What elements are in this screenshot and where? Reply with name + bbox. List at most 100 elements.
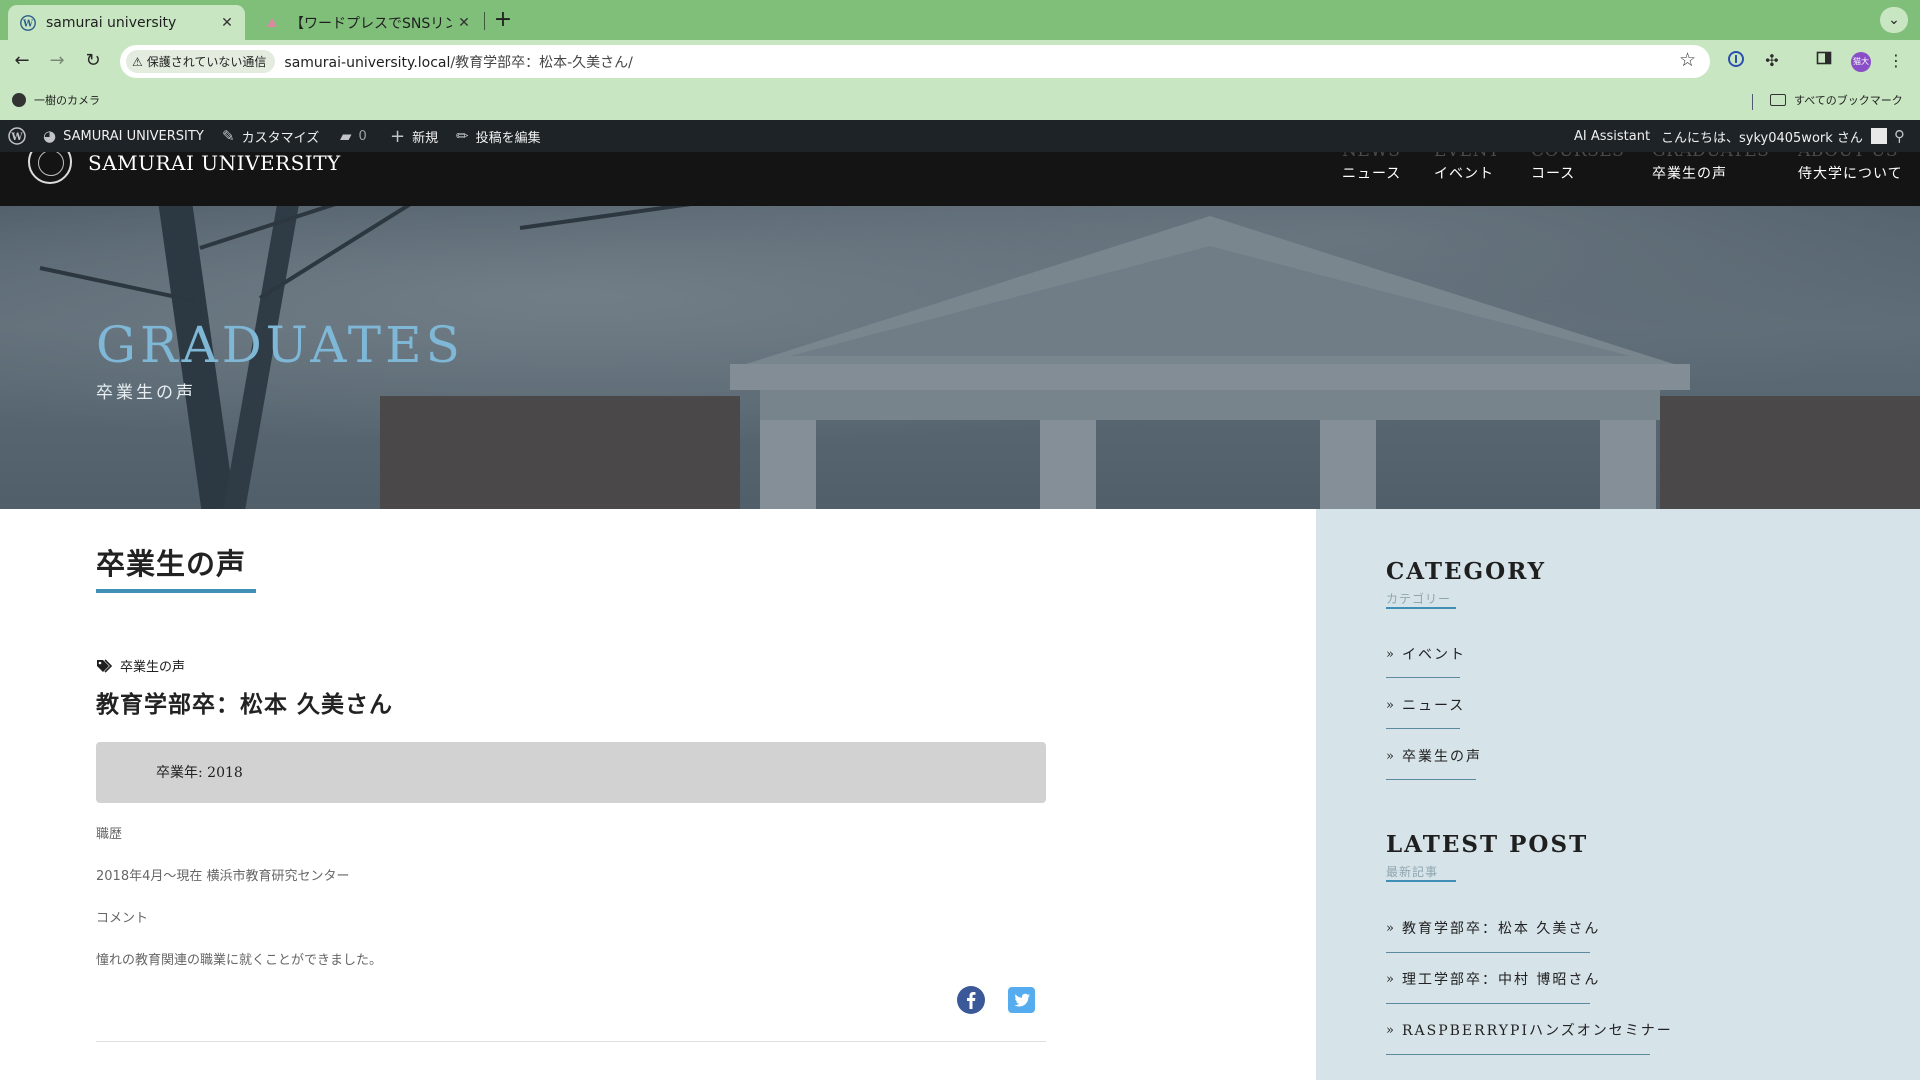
sidebar-category-label: 卒業生の声 [1401, 749, 1482, 765]
all-bookmarks-button[interactable]: すべてのブックマーク [1770, 92, 1903, 108]
double-chevron-right-icon: » [1386, 697, 1396, 713]
greeting-label: こんにちは、syky0405work さん [1661, 130, 1863, 146]
career-label: 職歴 [96, 827, 123, 842]
svg-text:W: W [10, 132, 23, 143]
double-chevron-right-icon: » [1386, 646, 1396, 662]
edit-post-label: 投稿を編集 [475, 130, 541, 146]
tags-icon [97, 658, 113, 673]
sidebar-category-label: イベント [1401, 647, 1466, 663]
double-chevron-right-icon: » [1386, 920, 1396, 936]
bookmark-item[interactable]: 一樹のカメラ [12, 92, 100, 108]
search-icon: ⚲ [1894, 127, 1905, 145]
new-label: 新規 [412, 130, 439, 146]
page-title: 卒業生の声 [96, 547, 247, 581]
nav-about-ja: 侍大学について [1798, 166, 1903, 182]
comments-link[interactable]: ▰ 0 [340, 120, 367, 152]
ai-assistant-link[interactable]: AI Assistant [1574, 120, 1650, 152]
key-circle-icon [1728, 51, 1744, 67]
sidebar-link-underline [1386, 1054, 1650, 1055]
wp-logo-menu[interactable]: W [8, 120, 26, 152]
graduation-year-box: 卒業年: 2018 [96, 742, 1046, 803]
latest-post-label: RASPBERRYPIハンズオンセミナー [1401, 1023, 1673, 1039]
admin-search[interactable]: ⚲ [1894, 120, 1912, 152]
double-chevron-right-icon: » [1386, 748, 1396, 764]
comment-label: コメント [96, 911, 149, 926]
latest-post-label: 教育学部卒：松本 久美さん [1401, 921, 1601, 937]
extensions-puzzle-icon[interactable]: ✣ [1761, 50, 1783, 72]
password-manager-icon[interactable] [1725, 50, 1747, 72]
tab-sns-article[interactable]: 【ワードプレスでSNSリンクア… ✕ [252, 5, 482, 40]
profile-avatar[interactable]: 猫大 [1851, 52, 1871, 72]
nav-news[interactable]: NEWS ニュース [1342, 152, 1401, 184]
sidebar-category-event[interactable]: » イベント [1386, 644, 1466, 664]
side-panel-icon[interactable] [1813, 50, 1835, 72]
nav-courses-en: COURSES [1531, 152, 1624, 162]
twitter-icon[interactable] [1007, 985, 1037, 1015]
latest-post-label: 理工学部卒：中村 博昭さん [1401, 972, 1601, 988]
nav-graduates[interactable]: GRADUATES 卒業生の声 [1652, 152, 1769, 184]
url-host: samurai-university.local [284, 54, 451, 71]
sidebar-latest-post[interactable]: » RASPBERRYPIハンズオンセミナー [1386, 1020, 1673, 1040]
graduation-year: 卒業年: 2018 [156, 765, 243, 781]
ai-assistant-label: AI Assistant [1574, 128, 1651, 144]
tab-close-icon[interactable]: ✕ [452, 15, 476, 31]
tab-close-icon[interactable]: ✕ [215, 15, 239, 31]
post-title[interactable]: 教育学部卒：松本 久美さん [96, 689, 393, 721]
customize-label: カスタマイズ [241, 130, 320, 146]
tab-title: 【ワードプレスでSNSリンクア… [290, 15, 452, 32]
sidebar-latest-post[interactable]: » 理工学部卒：中村 博昭さん [1386, 969, 1600, 989]
arrow-right-icon[interactable]: → [44, 48, 70, 74]
address-bar[interactable]: ⚠ 保護されていない通信 samurai-university.local/教育… [120, 45, 1710, 78]
hero-title: GRADUATES [96, 316, 464, 374]
sidebar-category-label: ニュース [1401, 698, 1466, 714]
post-category-link[interactable]: 卒業生の声 [96, 656, 185, 675]
hero-subtitle: 卒業生の声 [96, 383, 196, 403]
admin-site-name-label: SAMURAI UNIVERSITY [63, 128, 204, 144]
site-title[interactable]: SAMURAI UNIVERSITY [88, 152, 341, 174]
bookmarks-divider [1752, 94, 1753, 110]
comment-bubble-icon: ▰ [340, 127, 352, 145]
sidebar-link-underline [1386, 677, 1460, 678]
comment-text: 憧れの教育関連の職業に就くことができました。 [96, 953, 383, 968]
latest-post-subheading: 最新記事 [1386, 865, 1439, 879]
sidebar-category-graduates[interactable]: » 卒業生の声 [1386, 746, 1482, 766]
sidebar-category-news[interactable]: » ニュース [1386, 695, 1465, 715]
arrow-left-icon[interactable]: ← [9, 48, 35, 74]
nav-news-ja: ニュース [1342, 166, 1402, 182]
category-heading-underline [1386, 607, 1456, 609]
browser-toolbar: ← → ↻ ⚠ 保護されていない通信 samurai-university.lo… [0, 40, 1920, 82]
tab-samurai-university[interactable]: W samurai university ✕ [8, 5, 245, 40]
more-menu-icon[interactable]: ⋮ [1885, 50, 1907, 72]
content-divider [96, 1041, 1046, 1042]
sidebar-latest-post[interactable]: » 教育学部卒：松本 久美さん [1386, 918, 1600, 938]
sidebar-link-underline [1386, 952, 1590, 953]
my-account-menu[interactable]: こんにちは、syky0405work さん [1661, 120, 1887, 152]
tab-title: samurai university [46, 14, 177, 31]
admin-site-name[interactable]: ◕ SAMURAI UNIVERSITY [43, 120, 204, 152]
nav-event-ja: イベント [1434, 166, 1494, 182]
category-heading: CATEGORY [1386, 558, 1547, 585]
bookmark-label: 一樹のカメラ [34, 94, 100, 107]
nav-event-en: EVENT [1434, 152, 1500, 162]
url-text[interactable]: samurai-university.local/教育学部卒：松本-久美さん/ [284, 52, 632, 72]
customize-link[interactable]: ✎ カスタマイズ [222, 120, 319, 152]
facebook-icon[interactable] [956, 985, 986, 1015]
paintbrush-icon: ✎ [222, 127, 235, 145]
nav-courses-ja: コース [1531, 166, 1576, 182]
nav-about[interactable]: ABOUT US 侍大学について [1798, 152, 1903, 184]
nav-event[interactable]: EVENT イベント [1434, 152, 1500, 184]
warning-triangle-icon: ⚠ [132, 54, 143, 69]
user-avatar [1870, 128, 1887, 144]
reload-icon[interactable]: ↻ [80, 48, 106, 74]
star-icon[interactable]: ☆ [1679, 49, 1696, 71]
tab-search-chevron-icon[interactable]: ⌄ [1880, 7, 1908, 33]
security-chip[interactable]: ⚠ 保護されていない通信 [126, 50, 276, 73]
pencil-icon: ✏ [456, 127, 469, 145]
new-content-menu[interactable]: + 新規 [390, 120, 438, 152]
university-seal-logo[interactable] [28, 152, 72, 184]
nav-courses[interactable]: COURSES コース [1531, 152, 1624, 184]
main-content: 卒業生の声 卒業生の声 教育学部卒：松本 久美さん 卒業年: 2018 職歴 2… [0, 509, 1316, 1080]
page-title-underline [96, 589, 256, 593]
new-tab-plus-icon[interactable]: + [490, 6, 516, 34]
edit-post-link[interactable]: ✏ 投稿を編集 [456, 120, 541, 152]
